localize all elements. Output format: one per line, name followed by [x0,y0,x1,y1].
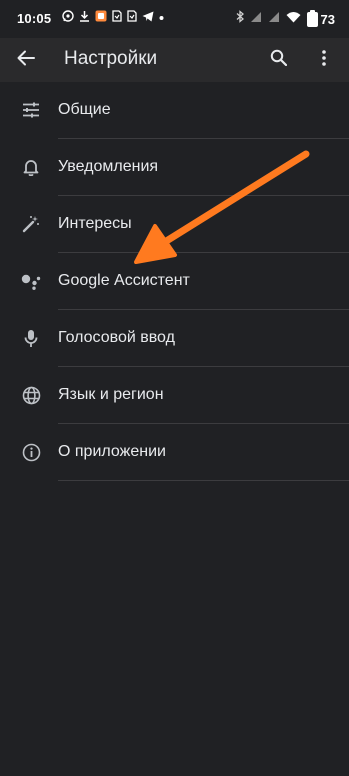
arrow-back-icon [17,50,35,71]
status-bar: 10:05 73 [0,0,349,38]
settings-item-label: Уведомления [58,158,159,175]
settings-item-notifications[interactable]: Уведомления [0,139,349,196]
settings-item-label: Google Ассистент [58,272,190,289]
more-vert-icon [322,49,326,71]
page-title: Настройки [64,48,158,69]
globe-icon [19,383,43,407]
status-time: 10:05 [17,11,52,26]
wifi-icon [286,10,301,28]
bell-icon [19,155,43,179]
settings-item-label: Язык и регион [58,386,164,403]
back-button[interactable] [11,45,41,75]
status-icons-right: 73 [236,9,335,28]
signal-icon [250,10,262,28]
app-bar: Настройки [0,38,349,82]
sim-icon [127,10,137,22]
telegram-icon [142,11,154,22]
info-icon [19,440,43,464]
notification-app-icon [95,10,107,22]
signal-icon [268,10,280,28]
tune-icon [19,98,43,122]
more-options-button[interactable] [309,45,339,75]
search-icon [270,49,287,71]
settings-item-interests[interactable]: Интересы [0,196,349,253]
status-icons-left [62,10,164,22]
settings-item-voice-input[interactable]: Голосовой ввод [0,310,349,367]
settings-item-general[interactable]: Общие [0,82,349,139]
bluetooth-icon [236,10,244,28]
whatsapp-icon [62,10,74,22]
divider [58,480,349,481]
settings-item-language-region[interactable]: Язык и регион [0,367,349,424]
settings-item-label: Интересы [58,215,132,232]
settings-list: Общие Уведомления Интересы Google Ассист… [0,82,349,481]
battery-icon: 73 [306,9,335,27]
settings-item-label: Общие [58,101,111,118]
mic-icon [19,326,43,350]
assistant-icon [19,269,43,293]
battery-level: 73 [320,11,335,27]
download-icon [79,10,90,22]
more-dot-icon [159,10,164,22]
search-button[interactable] [263,45,293,75]
magic-wand-icon [19,212,43,236]
settings-item-label: О приложении [58,443,166,460]
settings-item-google-assistant[interactable]: Google Ассистент [0,253,349,310]
settings-item-about[interactable]: О приложении [0,424,349,481]
settings-item-label: Голосовой ввод [58,329,175,346]
sim-icon [112,10,122,22]
